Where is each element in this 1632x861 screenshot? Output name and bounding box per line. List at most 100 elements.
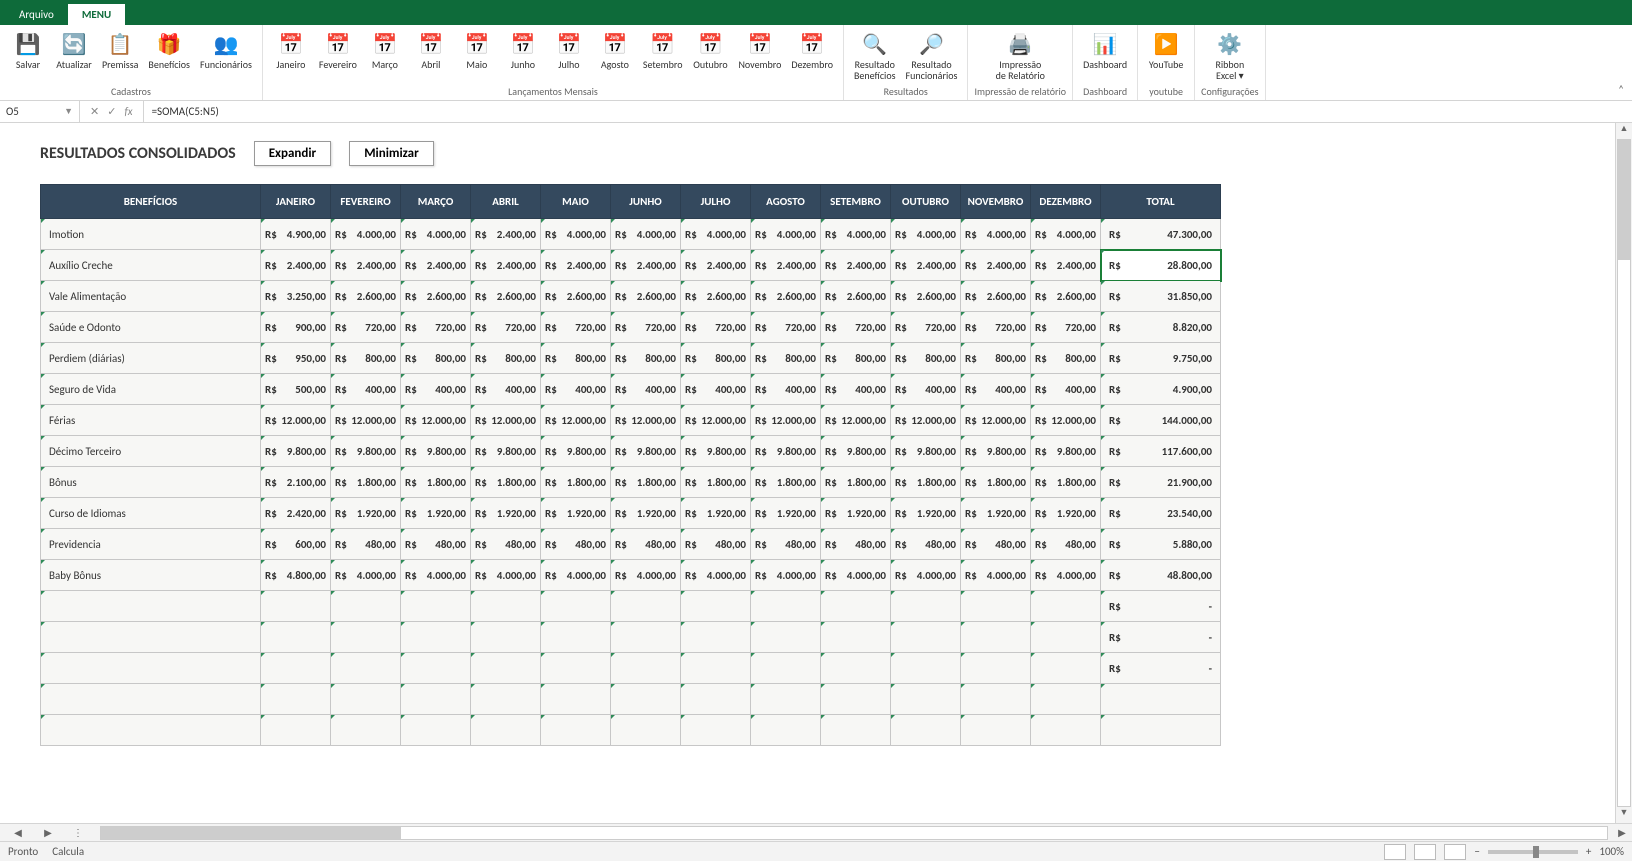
month-cell[interactable]: R$2.400,00: [751, 250, 821, 281]
month-cell[interactable]: R$2.600,00: [681, 281, 751, 312]
month-cell[interactable]: R$400,00: [821, 374, 891, 405]
month-cell[interactable]: R$12.000,00: [751, 405, 821, 436]
month-cell[interactable]: R$480,00: [961, 529, 1031, 560]
month-cell[interactable]: [541, 622, 611, 653]
month-cell[interactable]: R$4.000,00: [961, 560, 1031, 591]
hscroll-right-icon[interactable]: ▶: [1612, 826, 1632, 839]
month-cell[interactable]: R$9.800,00: [751, 436, 821, 467]
month-cell[interactable]: R$2.420,00: [261, 498, 331, 529]
month-cell[interactable]: R$9.800,00: [891, 436, 961, 467]
benefit-name-cell[interactable]: Bônus: [41, 467, 261, 498]
month-cell[interactable]: R$800,00: [961, 343, 1031, 374]
month-cell[interactable]: R$4.000,00: [681, 219, 751, 250]
mes-fevereiro[interactable]: 📅Fevereiro: [315, 28, 361, 73]
month-cell[interactable]: R$2.600,00: [821, 281, 891, 312]
month-cell[interactable]: [331, 715, 401, 746]
month-cell[interactable]: R$2.400,00: [471, 250, 541, 281]
total-cell[interactable]: R$4.900,00: [1101, 374, 1221, 405]
month-cell[interactable]: R$720,00: [471, 312, 541, 343]
month-cell[interactable]: R$9.800,00: [541, 436, 611, 467]
scroll-down-icon[interactable]: ▼: [1616, 807, 1632, 823]
tab-menu[interactable]: MENU: [68, 4, 125, 25]
name-box[interactable]: O5 ▼: [0, 101, 80, 122]
total-cell[interactable]: R$31.850,00: [1101, 281, 1221, 312]
month-cell[interactable]: R$2.400,00: [541, 250, 611, 281]
youtube[interactable]: ▶️YouTube: [1144, 28, 1188, 73]
total-cell[interactable]: R$21.900,00: [1101, 467, 1221, 498]
worksheet-area[interactable]: RESULTADOS CONSOLIDADOS Expandir Minimiz…: [0, 123, 1632, 823]
month-cell[interactable]: R$400,00: [471, 374, 541, 405]
month-cell[interactable]: R$800,00: [611, 343, 681, 374]
mes-dezembro[interactable]: 📅Dezembro: [787, 28, 837, 73]
month-cell[interactable]: R$4.000,00: [751, 219, 821, 250]
month-cell[interactable]: R$2.400,00: [891, 250, 961, 281]
month-cell[interactable]: R$4.000,00: [471, 560, 541, 591]
month-cell[interactable]: [961, 653, 1031, 684]
month-cell[interactable]: [331, 684, 401, 715]
month-cell[interactable]: R$1.920,00: [891, 498, 961, 529]
month-cell[interactable]: R$2.600,00: [611, 281, 681, 312]
month-cell[interactable]: [751, 684, 821, 715]
month-cell[interactable]: R$800,00: [821, 343, 891, 374]
month-cell[interactable]: R$2.600,00: [541, 281, 611, 312]
month-cell[interactable]: R$12.000,00: [821, 405, 891, 436]
month-cell[interactable]: R$400,00: [541, 374, 611, 405]
salvar-button[interactable]: 💾Salvar: [6, 28, 50, 73]
month-cell[interactable]: [961, 622, 1031, 653]
res-funcionarios[interactable]: 🔎Resultado Funcionários: [902, 28, 962, 84]
month-cell[interactable]: R$720,00: [891, 312, 961, 343]
month-cell[interactable]: R$2.600,00: [331, 281, 401, 312]
month-cell[interactable]: R$9.800,00: [401, 436, 471, 467]
month-cell[interactable]: R$720,00: [541, 312, 611, 343]
cancel-icon[interactable]: ✕: [90, 105, 99, 118]
month-cell[interactable]: R$1.800,00: [541, 467, 611, 498]
month-cell[interactable]: [471, 591, 541, 622]
month-cell[interactable]: R$1.800,00: [611, 467, 681, 498]
month-cell[interactable]: [891, 715, 961, 746]
month-cell[interactable]: R$720,00: [331, 312, 401, 343]
benefit-name-cell[interactable]: Auxílio Creche: [41, 250, 261, 281]
month-cell[interactable]: R$1.920,00: [331, 498, 401, 529]
month-cell[interactable]: [891, 591, 961, 622]
month-cell[interactable]: R$4.000,00: [891, 219, 961, 250]
month-cell[interactable]: [471, 622, 541, 653]
month-cell[interactable]: R$480,00: [471, 529, 541, 560]
month-cell[interactable]: R$400,00: [611, 374, 681, 405]
month-cell[interactable]: [611, 684, 681, 715]
month-cell[interactable]: R$400,00: [961, 374, 1031, 405]
month-cell[interactable]: R$2.400,00: [331, 250, 401, 281]
month-cell[interactable]: [471, 715, 541, 746]
month-cell[interactable]: [821, 684, 891, 715]
month-cell[interactable]: R$4.000,00: [401, 560, 471, 591]
month-cell[interactable]: [471, 653, 541, 684]
view-normal-icon[interactable]: [1384, 844, 1406, 860]
month-cell[interactable]: [751, 622, 821, 653]
benefit-name-cell[interactable]: Décimo Terceiro: [41, 436, 261, 467]
month-cell[interactable]: R$480,00: [821, 529, 891, 560]
mes-junho[interactable]: 📅Junho: [501, 28, 545, 73]
vscroll-track[interactable]: [1617, 139, 1631, 807]
total-cell[interactable]: R$48.800,00: [1101, 560, 1221, 591]
month-cell[interactable]: R$900,00: [261, 312, 331, 343]
month-cell[interactable]: R$4.000,00: [541, 219, 611, 250]
month-cell[interactable]: R$1.800,00: [961, 467, 1031, 498]
month-cell[interactable]: R$1.800,00: [751, 467, 821, 498]
total-cell[interactable]: R$9.750,00: [1101, 343, 1221, 374]
month-cell[interactable]: R$12.000,00: [541, 405, 611, 436]
ribbon-collapse-icon[interactable]: ˄: [1610, 79, 1632, 100]
name-box-dropdown-icon[interactable]: ▼: [64, 106, 73, 117]
accept-icon[interactable]: ✓: [107, 105, 116, 118]
month-cell[interactable]: [1031, 715, 1101, 746]
month-cell[interactable]: [611, 715, 681, 746]
month-cell[interactable]: [261, 653, 331, 684]
mes-setembro[interactable]: 📅Setembro: [639, 28, 687, 73]
beneficios-button[interactable]: 🎁Benefícios: [144, 28, 194, 73]
month-cell[interactable]: R$1.920,00: [1031, 498, 1101, 529]
month-cell[interactable]: R$4.000,00: [541, 560, 611, 591]
month-cell[interactable]: [751, 715, 821, 746]
expand-button[interactable]: Expandir: [254, 141, 331, 166]
month-cell[interactable]: R$480,00: [611, 529, 681, 560]
month-cell[interactable]: R$1.800,00: [681, 467, 751, 498]
month-cell[interactable]: [891, 622, 961, 653]
month-cell[interactable]: R$2.100,00: [261, 467, 331, 498]
